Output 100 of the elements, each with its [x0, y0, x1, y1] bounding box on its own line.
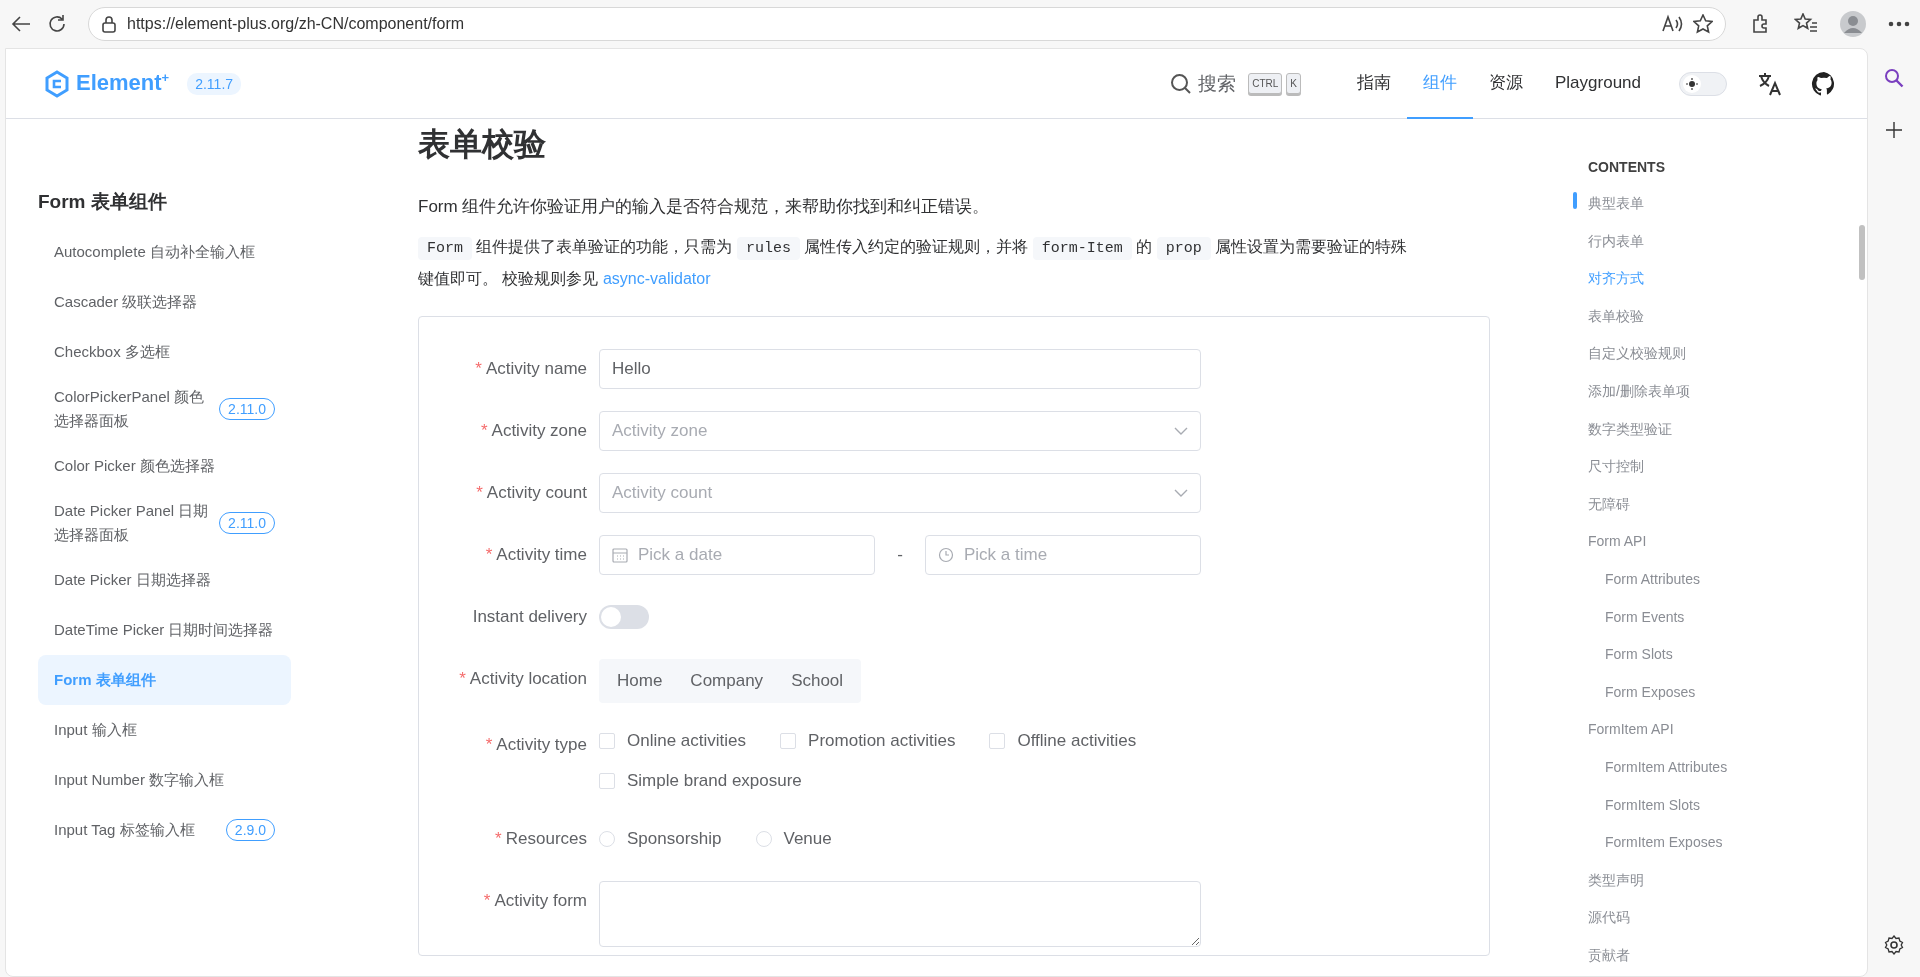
toc-link[interactable]: 添加/删除表单项	[1588, 372, 1867, 411]
required-mark: *	[483, 891, 491, 910]
checkbox[interactable]	[599, 733, 615, 749]
search-icon[interactable]	[1884, 68, 1904, 88]
sidebar-item[interactable]: Input Number 数字输入框	[38, 755, 291, 805]
range-separator: -	[896, 545, 904, 565]
doc-link[interactable]: async-validator	[602, 270, 711, 287]
toc-link[interactable]: Form Events	[1588, 598, 1867, 637]
search-icon	[1170, 72, 1193, 95]
more-icon[interactable]	[1888, 21, 1910, 27]
sidebar-item[interactable]: Checkbox 多选框	[38, 327, 291, 377]
checkbox[interactable]	[780, 733, 797, 749]
nav-link[interactable]: 指南	[1341, 49, 1407, 119]
profile-icon[interactable]	[1840, 11, 1866, 37]
sidebar-item-label: Autocomplete 自动补全输入框	[54, 242, 256, 262]
time-field[interactable]: Pick a time	[925, 535, 1201, 575]
toc-link[interactable]: FormItem Attributes	[1588, 748, 1867, 787]
clock-icon	[938, 547, 954, 563]
toc-link[interactable]: 无障碍	[1588, 485, 1867, 524]
sidebar-item-label: ColorPickerPanel 颜色选择器面板	[54, 387, 206, 431]
star-icon[interactable]	[1693, 14, 1713, 34]
sun-icon	[1686, 77, 1698, 90]
sidebar-item[interactable]: Input 输入框	[38, 705, 291, 755]
date-field[interactable]: Pick a date	[599, 535, 875, 575]
checkbox-label[interactable]: Simple brand exposure	[627, 771, 802, 791]
sidebar-item-label: Date Picker 日期选择器	[54, 570, 212, 590]
address-bar[interactable]: https://element-plus.org/zh-CN/component/form	[88, 7, 1726, 41]
segment-option[interactable]: Home	[603, 663, 677, 699]
sidebar-item[interactable]: DateTime Picker 日期时间选择器	[38, 605, 291, 655]
required-mark: *	[459, 669, 466, 688]
search-button[interactable]: 搜索 CTRL K	[1170, 70, 1301, 97]
sidebar-item[interactable]: Date Picker 日期选择器	[38, 555, 291, 605]
segment-option[interactable]: School	[777, 663, 858, 699]
text-input[interactable]: Hello	[599, 349, 1201, 389]
radio-label[interactable]: Sponsorship	[627, 829, 722, 849]
toc-link[interactable]: Form API	[1588, 523, 1867, 561]
select-field[interactable]: Activity count	[599, 473, 1201, 513]
github-icon[interactable]	[1811, 70, 1837, 97]
lock-icon	[101, 15, 117, 33]
radio-label[interactable]: Venue	[783, 829, 832, 849]
checkbox[interactable]	[599, 773, 615, 789]
sidebar-item[interactable]: Color Picker 颜色选择器	[38, 441, 291, 491]
field-label: * Activity count	[475, 482, 588, 504]
field-label: * Activity zone	[479, 420, 588, 442]
sidebar-item[interactable]: ColorPickerPanel 颜色选择器面板 2.11.0	[38, 377, 291, 441]
toc-link[interactable]: 自定义校验规则	[1588, 335, 1867, 373]
nav-link[interactable]: 组件	[1407, 49, 1473, 119]
field-label: * Activity name	[474, 358, 588, 380]
checkbox-label[interactable]: Online activities	[627, 731, 747, 751]
field-label: * Activity location	[458, 668, 588, 690]
toc-link[interactable]: FormItem Exposes	[1588, 824, 1867, 862]
favorites-icon[interactable]	[1794, 13, 1818, 35]
sidebar-item[interactable]: Autocomplete 自动补全输入框	[38, 227, 291, 277]
key-cap: CTRL	[1248, 73, 1283, 94]
settings-icon[interactable]	[1884, 935, 1904, 955]
segment-option[interactable]: Company	[676, 663, 778, 699]
toggle-switch[interactable]	[599, 605, 649, 629]
intro-text: Form 组件允许你验证用户的输入是否符合规范，来帮助你找到和纠正错误。	[418, 196, 991, 218]
chevron-down-icon	[1174, 427, 1188, 435]
checkbox-label[interactable]: Offline activities	[1017, 731, 1137, 751]
translate-icon[interactable]	[1757, 70, 1783, 97]
field-label: * Activity form	[482, 890, 588, 912]
toc-link[interactable]: FormItem API	[1588, 711, 1867, 749]
page-title: 表单校验	[418, 125, 547, 164]
required-mark: *	[485, 735, 493, 754]
sidebar-item[interactable]: Input Tag 标签输入框 2.9.0	[38, 805, 291, 855]
sidebar-item[interactable]: Form 表单组件	[38, 655, 291, 705]
toc-link[interactable]: Form Slots	[1588, 636, 1867, 674]
sidebar-item[interactable]: Date Picker Panel 日期选择器面板 2.11.0	[38, 491, 291, 555]
checkbox-label[interactable]: Promotion activities	[808, 731, 956, 751]
radio-button[interactable]	[755, 831, 772, 847]
radio-button[interactable]	[599, 831, 615, 847]
toc-link[interactable]: 类型声明	[1588, 861, 1867, 900]
toc-link[interactable]: 典型表单	[1588, 185, 1867, 223]
scrollbar-thumb[interactable]	[1859, 225, 1865, 280]
toc-link[interactable]: Form Exposes	[1588, 673, 1867, 712]
toc-link[interactable]: 数字类型验证	[1588, 410, 1867, 449]
field-label: Instant delivery	[471, 606, 588, 628]
sidebar-item-label: Date Picker Panel 日期选择器面板	[54, 501, 210, 545]
toc-link[interactable]: 尺寸控制	[1588, 448, 1867, 486]
read-aloud-icon[interactable]	[1661, 14, 1683, 34]
nav-link[interactable]: 资源	[1473, 49, 1539, 119]
select-field[interactable]: Activity zone	[599, 411, 1201, 451]
toc-link[interactable]: 行内表单	[1588, 222, 1867, 261]
logo-text[interactable]: Element$^{+}$	[76, 70, 170, 97]
toc-link[interactable]: 贡献者	[1588, 936, 1867, 975]
toc-link[interactable]: Form Attributes	[1588, 560, 1867, 599]
toc-link[interactable]: 源代码	[1588, 899, 1867, 937]
field-label: * Activity type	[484, 734, 588, 756]
logo-icon	[44, 69, 70, 98]
nav-link[interactable]: Playground	[1539, 49, 1657, 119]
reload-icon[interactable]	[46, 13, 68, 35]
toc-link[interactable]: 表单校验	[1588, 297, 1867, 336]
toc-link[interactable]: FormItem Slots	[1588, 786, 1867, 825]
checkbox[interactable]	[989, 733, 1006, 749]
theme-switch[interactable]	[1679, 71, 1727, 96]
plus-icon[interactable]	[1886, 122, 1902, 138]
sidebar-title: Form 表单组件	[38, 190, 168, 214]
sidebar-item[interactable]: Cascader 级联选择器	[38, 277, 291, 327]
toc-link[interactable]: 对齐方式	[1588, 260, 1867, 298]
